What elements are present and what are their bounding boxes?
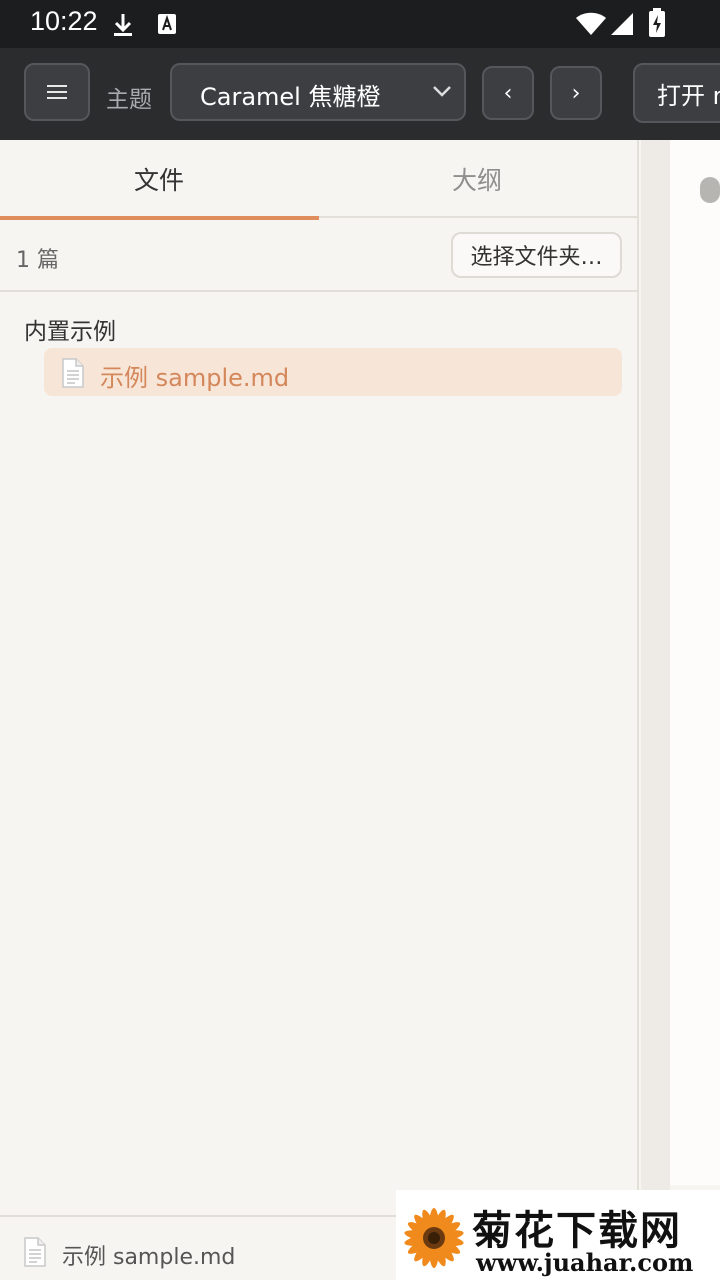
tab-outline[interactable]: 大纲 [318,140,636,218]
open-file-button[interactable]: 打开 m [633,63,720,123]
watermark-url: www.juahar.com [476,1248,694,1277]
sidebar-tabs: 文件 大纲 [0,140,637,220]
tab-files[interactable]: 文件 [0,140,319,220]
previous-theme-button[interactable]: ‹ [482,66,534,120]
file-count: 1 篇 [16,248,59,273]
current-file-name: 示例 sample.md [62,1245,236,1270]
battery-charging-icon [648,8,666,42]
theme-label: 主题 [106,87,152,113]
font-a-icon [157,13,177,39]
watermark-logo: 菊花下载网 www.juahar.com [396,1190,720,1280]
theme-select-value: Caramel 焦糖橙 [200,83,381,111]
flower-logo-icon [396,1198,472,1280]
next-theme-button[interactable]: › [550,66,602,120]
group-label-builtin-examples: 内置示例 [24,319,116,345]
signal-icon [608,12,634,40]
chevron-down-icon [432,83,452,102]
editor-page[interactable] [670,140,720,1185]
sidebar-panel: 文件 大纲 1 篇 选择文件夹… 内置示例 示例 sample.md [0,140,639,1215]
file-icon [22,1237,48,1271]
theme-select[interactable]: Caramel 焦糖橙 [170,63,466,121]
wifi-icon [575,12,607,40]
file-icon [60,358,86,392]
hamburger-menu-icon [47,81,67,103]
editor-gutter [641,140,670,1215]
app-toolbar: 主题 Caramel 焦糖橙 ‹ › 打开 m [0,48,720,140]
file-list-item[interactable]: 示例 sample.md [44,348,622,396]
status-bar: 10:22 [0,0,720,48]
choose-folder-button[interactable]: 选择文件夹… [451,232,622,278]
file-list-item-label: 示例 sample.md [100,364,290,392]
menu-button[interactable] [24,63,90,121]
editor-scrollbar[interactable] [700,177,720,203]
file-count-row: 1 篇 选择文件夹… [0,218,637,292]
status-time: 10:22 [30,6,98,36]
download-icon [112,12,134,42]
